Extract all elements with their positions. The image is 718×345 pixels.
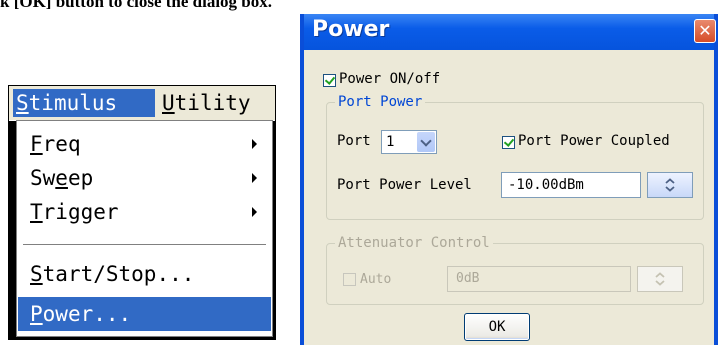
menu-separator <box>23 244 266 246</box>
port-power-coupled-checkbox[interactable] <box>502 136 515 149</box>
menu-label: Sw <box>30 166 56 190</box>
menu-mnemonic: T <box>30 200 43 224</box>
dialog-titlebar[interactable]: Power ✕ <box>304 14 716 50</box>
port-select-dropdown-button[interactable] <box>417 132 435 152</box>
menu-item-sweep[interactable]: Sweep <box>18 161 271 195</box>
attenuator-spinner[interactable] <box>637 266 683 292</box>
menu-mnemonic: P <box>30 302 43 326</box>
close-icon: ✕ <box>698 21 712 40</box>
menubar: Stimulus Utility <box>9 86 275 121</box>
application-menu: Stimulus Utility Freq Sweep Trigger Star… <box>8 85 276 340</box>
power-on-label: Power ON/off <box>339 71 441 87</box>
spin-up-down-icon <box>655 272 665 286</box>
port-select-value: 1 <box>386 134 395 150</box>
power-on-checkbox[interactable] <box>323 74 336 87</box>
ok-button[interactable]: OK <box>464 313 530 341</box>
menu-label: tility <box>174 91 251 115</box>
menu-label: tart/Stop... <box>42 262 195 286</box>
caption-text: k [OK] button to close the dialog box. <box>0 0 273 11</box>
menu-item-freq[interactable]: Freq <box>18 127 271 161</box>
port-power-level-label: Port Power Level <box>337 177 472 193</box>
port-power-level-input[interactable]: -10.00dBm <box>501 172 641 198</box>
menu-mnemonic: F <box>30 132 43 156</box>
attenuator-value-input[interactable]: 0dB <box>447 266 631 292</box>
close-button[interactable]: ✕ <box>694 19 716 43</box>
spin-up-down-icon <box>665 178 675 192</box>
attenuator-control-legend: Attenuator Control <box>335 235 493 251</box>
port-select[interactable]: 1 <box>381 130 437 154</box>
menu-mnemonic: e <box>55 166 68 190</box>
menu-label: ep <box>67 166 94 190</box>
port-power-level-spinner[interactable] <box>647 172 693 198</box>
attenuator-value: 0dB <box>456 271 480 286</box>
menu-item-trigger[interactable]: Trigger <box>18 195 271 229</box>
port-label: Port <box>337 133 371 149</box>
attenuator-auto-label: Auto <box>360 272 392 287</box>
menu-item-start-stop[interactable]: Start/Stop... <box>18 257 271 291</box>
menu-label: timulus <box>28 91 118 115</box>
submenu-arrow-icon <box>252 139 257 149</box>
chevron-down-icon <box>420 135 432 147</box>
ok-label: OK <box>488 319 506 335</box>
port-power-group: Port Power Port 1 Port Power Coupled Por… <box>326 94 704 220</box>
port-power-legend: Port Power <box>335 94 426 110</box>
stimulus-dropdown: Freq Sweep Trigger Start/Stop... Power..… <box>16 120 273 337</box>
attenuator-auto-checkbox[interactable] <box>343 273 356 286</box>
menu-mnemonic: S <box>30 262 43 286</box>
submenu-arrow-icon <box>252 207 257 217</box>
port-power-coupled-label: Port Power Coupled <box>518 133 670 149</box>
menu-mnemonic: S <box>16 91 29 115</box>
submenu-arrow-icon <box>252 173 257 183</box>
power-dialog: Power ✕ Power ON/off Port Power Port 1 P… <box>300 14 718 345</box>
dialog-body: Power ON/off Port Power Port 1 Port Powe… <box>304 50 714 345</box>
menu-label: ower... <box>42 302 132 326</box>
menu-item-power[interactable]: Power... <box>18 297 271 331</box>
menu-label: req <box>42 132 81 156</box>
menu-mnemonic: U <box>162 91 175 115</box>
port-power-level-value: -10.00dBm <box>508 177 584 193</box>
menu-stimulus[interactable]: Stimulus <box>13 89 155 117</box>
attenuator-control-group: Attenuator Control Auto 0dB <box>326 235 704 305</box>
menu-label: rigger <box>42 200 119 224</box>
dialog-title: Power <box>312 17 390 42</box>
menu-utility[interactable]: Utility <box>159 89 269 117</box>
